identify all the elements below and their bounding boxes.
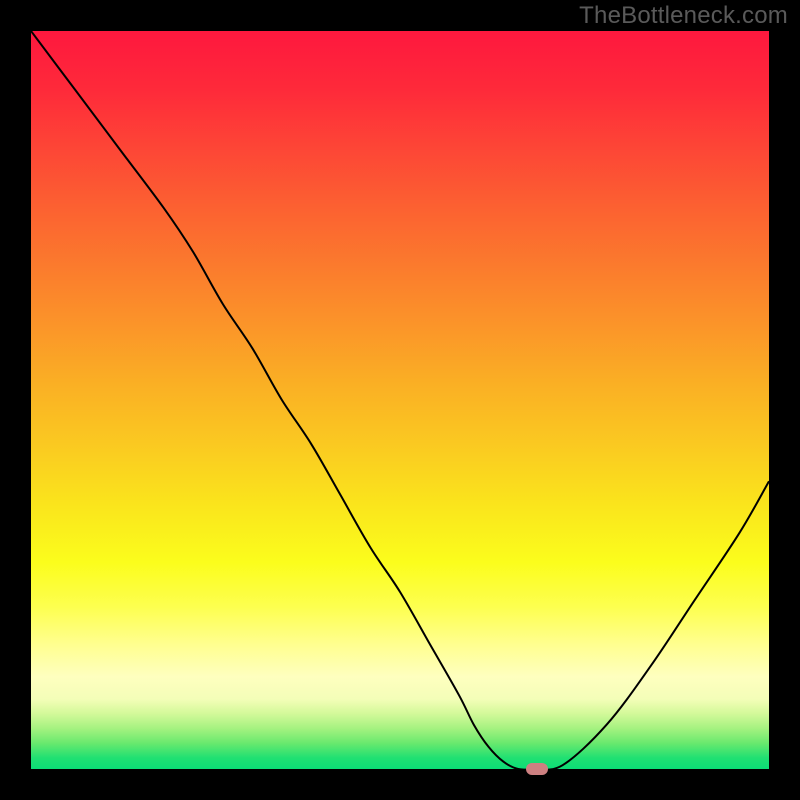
watermark-text: TheBottleneck.com	[579, 2, 788, 30]
current-point-marker	[526, 763, 548, 775]
curve-layer	[31, 31, 769, 769]
bottleneck-curve	[31, 31, 769, 769]
plot-area	[31, 31, 769, 769]
chart-frame: TheBottleneck.com	[0, 0, 800, 800]
